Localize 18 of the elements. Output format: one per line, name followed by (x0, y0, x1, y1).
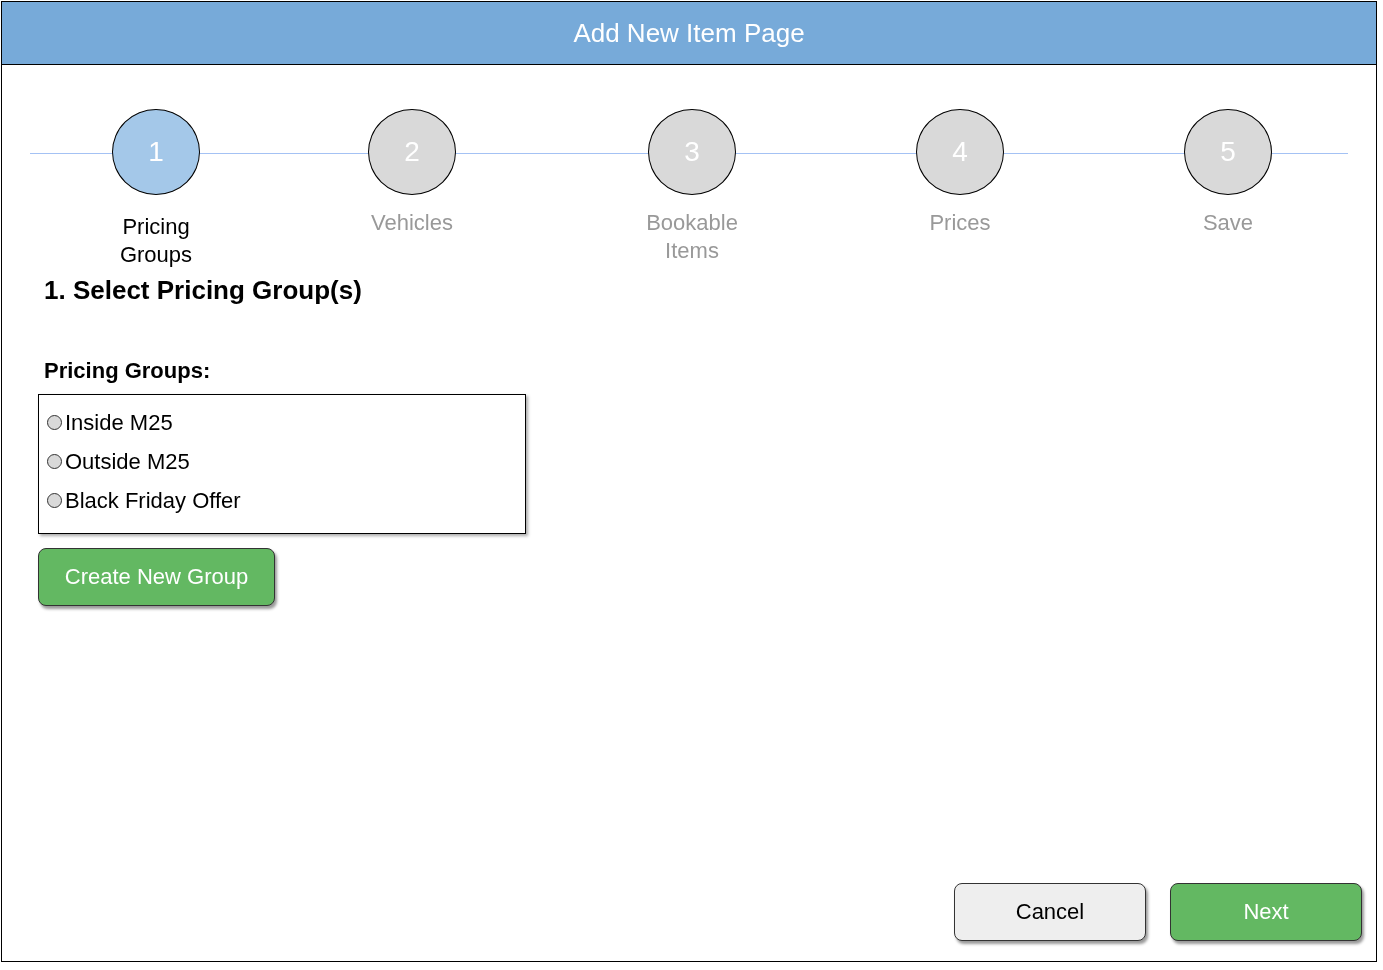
step-label: Vehicles (370, 209, 454, 237)
step-label: Save (1201, 209, 1255, 237)
step-label: Prices (928, 209, 992, 237)
window-title: Add New Item Page (573, 17, 805, 49)
radio-button[interactable] (47, 454, 62, 469)
radio-button[interactable] (47, 493, 62, 508)
step-label: Bookable Items (645, 209, 739, 265)
field-label: Pricing Groups: (44, 358, 212, 384)
step-circle[interactable]: 1 (112, 109, 200, 195)
option-label[interactable]: Outside M25 (65, 448, 190, 475)
step-label: Pricing Groups (118, 213, 194, 269)
next-button[interactable]: Next (1170, 883, 1362, 941)
cancel-button[interactable]: Cancel (954, 883, 1146, 941)
section-heading: 1. Select Pricing Group(s) (44, 275, 363, 306)
create-group-button[interactable]: Create New Group (38, 548, 275, 606)
option-label[interactable]: Black Friday Offer (65, 487, 241, 514)
option-label[interactable]: Inside M25 (65, 409, 173, 436)
radio-button[interactable] (47, 415, 62, 430)
